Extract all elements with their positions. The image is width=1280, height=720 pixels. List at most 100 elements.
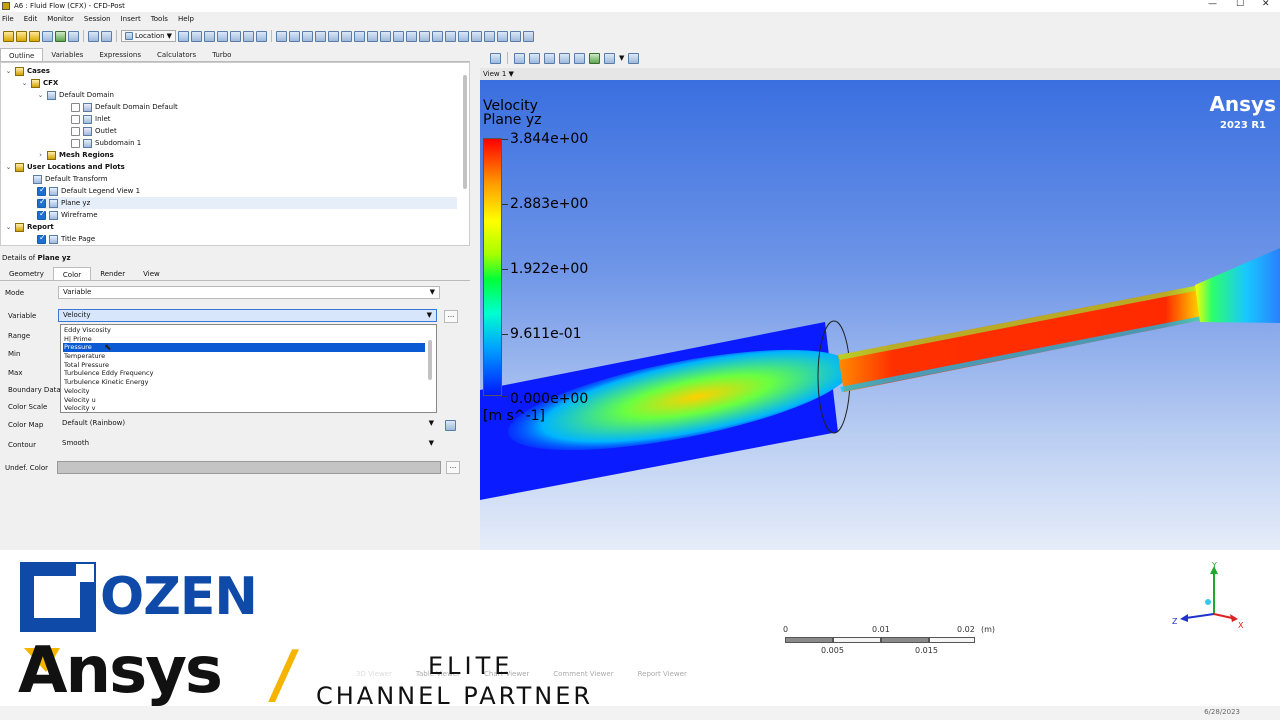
viewport-layout-icon[interactable] [604, 52, 615, 64]
expand-toggle-icon[interactable]: › [37, 151, 44, 159]
chevron-down-icon[interactable]: ▼ [509, 70, 514, 78]
tree-item-default-transform[interactable]: Default Transform [33, 173, 108, 185]
clip-icon[interactable] [523, 30, 534, 42]
quick-editor-icon[interactable] [406, 30, 417, 42]
edit-color-map-icon[interactable] [445, 420, 456, 431]
movie-icon[interactable] [393, 30, 404, 42]
visibility-checkbox[interactable] [71, 138, 80, 148]
close-button[interactable]: ✕ [1262, 0, 1270, 9]
visibility-checkbox[interactable] [37, 185, 46, 196]
probe-icon[interactable] [419, 30, 430, 42]
tree-item-mesh-regions[interactable]: › Mesh Regions [37, 149, 114, 161]
collapse-toggle-icon[interactable]: ⌄ [5, 223, 12, 231]
dropdown-option[interactable]: Turbulence Eddy Frequency [63, 369, 425, 378]
color-map-icon[interactable] [302, 30, 313, 42]
figure-icon[interactable] [380, 30, 391, 42]
clip-plane-icon[interactable] [289, 30, 300, 42]
undef-color-more-button[interactable]: ... [446, 461, 460, 474]
load-results-icon[interactable] [16, 30, 27, 42]
tab-3d-viewer[interactable]: 3D Viewer [356, 670, 392, 678]
variable-icon[interactable] [315, 30, 326, 42]
tab-calculators[interactable]: Calculators [149, 48, 204, 61]
tab-view[interactable]: View [134, 267, 169, 280]
visibility-checkbox[interactable] [37, 209, 46, 220]
color-map-select[interactable]: Default (Rainbow) ▼ [58, 418, 438, 431]
dropdown-option-selected[interactable]: Pressure [63, 343, 425, 352]
text-icon[interactable] [484, 30, 495, 42]
redo-icon[interactable] [101, 30, 112, 42]
tab-report-viewer[interactable]: Report Viewer [638, 670, 687, 678]
tree-item-plane-yz[interactable]: Plane yz [37, 197, 457, 209]
contour-icon[interactable] [191, 30, 202, 42]
menu-tools[interactable]: Tools [151, 13, 168, 25]
maximize-button[interactable]: ☐ [1236, 0, 1244, 9]
coordinate-frame-icon[interactable] [497, 30, 508, 42]
collapse-toggle-icon[interactable]: ⌄ [5, 67, 12, 75]
open-icon[interactable] [3, 30, 14, 42]
print-icon[interactable] [68, 30, 79, 42]
tab-comment-viewer[interactable]: Comment Viewer [553, 670, 613, 678]
tree-item-cases[interactable]: ⌄ Cases [5, 65, 50, 77]
tree-item-title-page[interactable]: Title Page [37, 233, 95, 245]
fit-view-icon[interactable] [589, 52, 600, 64]
menu-monitor[interactable]: Monitor [47, 13, 74, 25]
visibility-checkbox[interactable] [37, 197, 46, 208]
case-comparison-icon[interactable] [471, 30, 482, 42]
menu-session[interactable]: Session [84, 13, 111, 25]
tab-outline[interactable]: Outline [0, 48, 44, 61]
refresh-icon[interactable] [55, 30, 66, 42]
tree-item-subdomain-1[interactable]: Subdomain 1 [71, 137, 141, 149]
tree-item-default-domain-default[interactable]: Default Domain Default [71, 101, 178, 113]
tree-item-outlet[interactable]: Outlet [71, 125, 117, 137]
location-dropdown[interactable]: Location ▼ [121, 30, 176, 42]
zoom-icon[interactable] [544, 52, 555, 64]
particle-track-icon[interactable] [217, 30, 228, 42]
menu-edit[interactable]: Edit [24, 13, 38, 25]
contour-select[interactable]: Smooth ▼ [58, 438, 438, 451]
tree-item-default-legend[interactable]: Default Legend View 1 [37, 185, 140, 197]
tab-color[interactable]: Color [52, 267, 92, 280]
volume-rendering-icon[interactable] [230, 30, 241, 42]
chevron-down-icon[interactable]: ▼ [619, 54, 624, 62]
undo-icon[interactable] [88, 30, 99, 42]
dropdown-option[interactable]: Eddy Viscosity [63, 326, 425, 335]
zoom-fit-icon[interactable] [574, 52, 585, 64]
tab-expressions[interactable]: Expressions [91, 48, 149, 61]
function-calculator-icon[interactable] [432, 30, 443, 42]
collapse-toggle-icon[interactable]: ⌄ [5, 163, 12, 171]
expression-icon[interactable] [328, 30, 339, 42]
menu-insert[interactable]: Insert [121, 13, 141, 25]
visibility-checkbox[interactable] [71, 126, 80, 136]
snapshot-icon[interactable] [628, 52, 640, 64]
vector-icon[interactable] [178, 30, 189, 42]
visibility-checkbox[interactable] [71, 102, 80, 112]
save-icon[interactable] [42, 30, 53, 42]
chart-icon[interactable] [354, 30, 365, 42]
tree-item-default-domain[interactable]: ⌄ Default Domain [37, 89, 114, 101]
mode-select[interactable]: Variable ▼ [58, 286, 440, 299]
tree-scrollbar[interactable] [463, 75, 467, 189]
streamline-icon[interactable] [204, 30, 215, 42]
comment-icon[interactable] [367, 30, 378, 42]
pan-icon[interactable] [529, 52, 540, 64]
table-icon[interactable] [341, 30, 352, 42]
collapse-toggle-icon[interactable]: ⌄ [21, 79, 28, 87]
undef-color-swatch[interactable] [57, 461, 441, 474]
surface-group-icon[interactable] [256, 30, 267, 42]
tree-item-cfx[interactable]: ⌄ CFX [21, 77, 58, 89]
isosurface-icon[interactable] [243, 30, 254, 42]
variable-more-button[interactable]: ... [444, 310, 458, 323]
variable-select[interactable]: Velocity ▼ [58, 309, 437, 322]
tab-render[interactable]: Render [91, 267, 134, 280]
tree-item-user-locations[interactable]: ⌄ User Locations and Plots [5, 161, 125, 173]
dropdown-option[interactable]: Velocity v [63, 404, 425, 412]
mesh-calculator-icon[interactable] [458, 30, 469, 42]
instance-transform-icon[interactable] [276, 30, 287, 42]
tab-geometry[interactable]: Geometry [0, 267, 53, 280]
legend-icon[interactable] [510, 30, 521, 42]
visibility-checkbox[interactable] [37, 233, 46, 244]
dropdown-option[interactable]: Temperature [63, 352, 425, 361]
tab-turbo[interactable]: Turbo [204, 48, 239, 61]
zoom-box-icon[interactable] [559, 52, 570, 64]
dropdown-scrollbar[interactable] [428, 340, 432, 380]
